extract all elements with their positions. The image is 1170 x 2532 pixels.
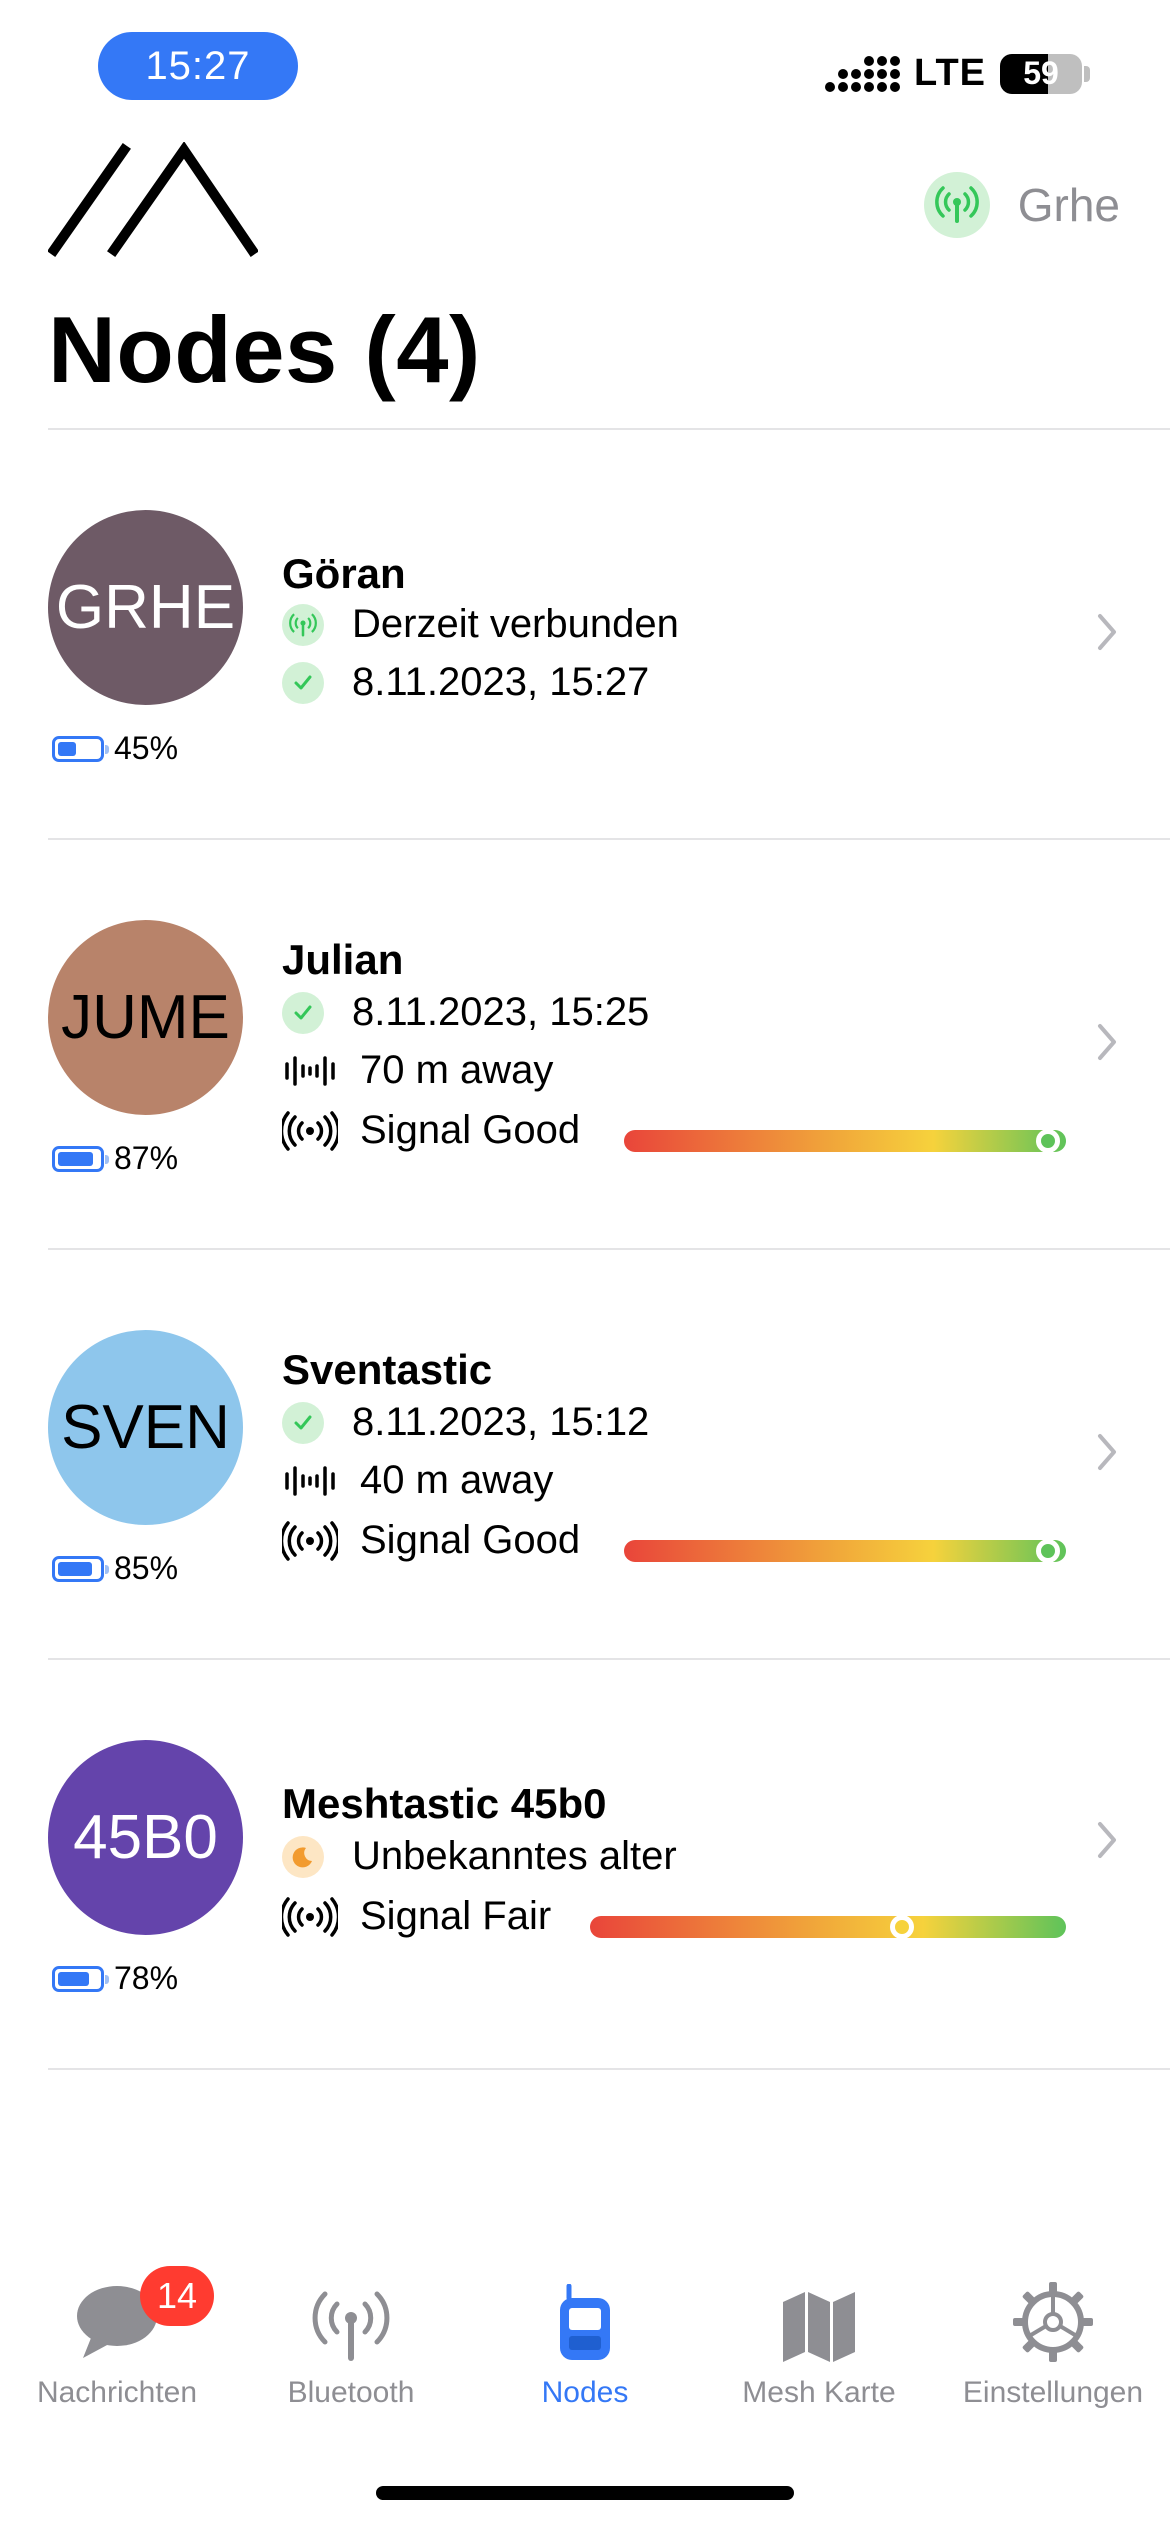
avatar-initials: GRHE <box>55 573 236 642</box>
last-heard-text: 8.11.2023, 15:27 <box>352 660 650 704</box>
signal-waves-icon <box>282 1110 338 1151</box>
status-bar: 15:27 LTE 59 <box>0 0 1170 140</box>
gear-icon <box>1013 2270 1093 2362</box>
tab-label: Nachrichten <box>36 2376 198 2409</box>
distance: 70 m away <box>282 1048 553 1093</box>
node-name: Sventastic <box>282 1346 493 1393</box>
radio-device-icon <box>557 2270 613 2362</box>
connected-node-name: Grhe <box>1017 179 1120 231</box>
battery-percent: 78% <box>114 1960 179 1996</box>
last-heard: 8.11.2023, 15:25 <box>282 990 649 1035</box>
node-avatar: 45B0 <box>48 1740 243 1935</box>
chevron-right-icon <box>1098 614 1116 650</box>
node-name: Meshtastic 45b0 <box>282 1780 607 1827</box>
node-name: Julian <box>282 936 404 983</box>
node-row-45b0[interactable]: 45B0 78% Meshtastic 45b0 Unbekanntes alt… <box>0 1660 1170 2070</box>
node-row-jume[interactable]: JUME 87% Julian 8.11.2023, 15:25 70 m aw… <box>0 840 1170 1250</box>
unread-badge: 14 <box>140 2266 214 2326</box>
tab-einstellungen[interactable]: Einstellungen <box>936 2270 1170 2450</box>
battery-nub <box>1084 65 1090 82</box>
battery-icon: 59 <box>1000 53 1082 94</box>
signal-waves-icon <box>282 1896 338 1937</box>
cellular-signal-icon <box>825 55 901 92</box>
tab-nodes[interactable]: Nodes <box>468 2270 702 2450</box>
node-avatar: GRHE <box>48 510 243 705</box>
tab-bar: 14 Nachrichten Bluetooth Nodes Mesh Kart… <box>0 2266 1170 2450</box>
signal-strength: Signal Fair <box>282 1894 551 1939</box>
node-battery: 85% <box>52 1550 178 1587</box>
node-avatar: JUME <box>48 920 243 1115</box>
signal-strength: Signal Good <box>282 1518 580 1563</box>
avatar-initials: SVEN <box>61 1393 230 1462</box>
tab-mesh-karte[interactable]: Mesh Karte <box>702 2270 936 2450</box>
signal-text: Signal Fair <box>360 1894 552 1938</box>
connected-node-chip[interactable]: Grhe <box>923 172 1120 238</box>
node-battery: 45% <box>52 730 178 767</box>
checkmark-icon <box>282 991 324 1034</box>
signal-level-dot <box>1036 1539 1060 1563</box>
signal-gradient-bar <box>624 1540 1066 1562</box>
chevron-right-icon <box>1098 1024 1116 1060</box>
antenna-icon <box>311 2270 391 2362</box>
tab-nachrichten[interactable]: 14 Nachrichten <box>0 2266 234 2450</box>
last-heard-text: 8.11.2023, 15:12 <box>352 1400 650 1444</box>
moon-icon <box>282 1835 324 1878</box>
last-heard: 8.11.2023, 15:27 <box>282 660 649 705</box>
signal-strength: Signal Good <box>282 1108 580 1153</box>
battery-icon <box>52 1145 109 1172</box>
home-indicator[interactable] <box>376 2486 794 2500</box>
chevron-right-icon <box>1098 1434 1116 1470</box>
meshtastic-logo <box>48 142 258 257</box>
antenna-icon <box>282 603 324 646</box>
node-name: Göran <box>282 550 406 597</box>
signal-gradient-bar <box>590 1916 1066 1938</box>
last-heard-text: Unbekanntes alter <box>352 1834 677 1878</box>
map-icon <box>781 2270 857 2362</box>
tab-bluetooth[interactable]: Bluetooth <box>234 2270 468 2450</box>
distance-text: 70 m away <box>360 1048 554 1092</box>
node-row-sven[interactable]: SVEN 85% Sventastic 8.11.2023, 15:12 40 … <box>0 1250 1170 1660</box>
status-time[interactable]: 15:27 <box>98 32 298 100</box>
connection-status-text: Derzeit verbunden <box>352 602 679 646</box>
checkmark-icon <box>282 1401 324 1444</box>
distance-text: 40 m away <box>360 1458 554 1502</box>
battery-percent: 87% <box>114 1140 179 1176</box>
page-title: Nodes (4) <box>48 297 481 402</box>
node-avatar: SVEN <box>48 1330 243 1525</box>
tab-label: Einstellungen <box>962 2376 1144 2409</box>
tab-label: Bluetooth <box>287 2376 415 2409</box>
tab-label: Mesh Karte <box>742 2376 896 2409</box>
battery-icon <box>52 735 109 762</box>
battery-percent: 85% <box>114 1550 179 1586</box>
antenna-icon <box>923 172 990 238</box>
status-indicators: LTE 59 <box>825 52 1090 95</box>
signal-level-dot <box>1036 1129 1060 1153</box>
connection-status: Derzeit verbunden <box>282 602 679 647</box>
avatar-initials: 45B0 <box>73 1803 218 1872</box>
signal-waves-icon <box>282 1520 338 1561</box>
node-battery: 87% <box>52 1140 178 1177</box>
battery-icon <box>52 1965 109 1992</box>
last-heard: Unbekanntes alter <box>282 1834 677 1879</box>
signal-gradient-bar <box>624 1130 1066 1152</box>
last-heard: 8.11.2023, 15:12 <box>282 1400 649 1445</box>
row-divider <box>48 2068 1170 2070</box>
signal-level-dot <box>890 1915 914 1939</box>
last-heard-text: 8.11.2023, 15:25 <box>352 990 650 1034</box>
battery-percent: 45% <box>114 730 179 766</box>
signal-text: Signal Good <box>360 1518 581 1562</box>
node-battery: 78% <box>52 1960 178 1997</box>
battery-level: 59 <box>1023 55 1059 91</box>
checkmark-icon <box>282 661 324 704</box>
distance-icon <box>282 1461 338 1501</box>
tab-label: Nodes <box>541 2376 629 2409</box>
node-row-grhe[interactable]: GRHE 45% Göran Derzeit verbunden 8.11.20… <box>0 430 1170 840</box>
chevron-right-icon <box>1098 1822 1116 1858</box>
battery-icon <box>52 1555 109 1582</box>
distance: 40 m away <box>282 1458 553 1503</box>
signal-text: Signal Good <box>360 1108 581 1152</box>
network-type: LTE <box>914 52 986 94</box>
distance-icon <box>282 1051 338 1091</box>
avatar-initials: JUME <box>61 983 230 1052</box>
